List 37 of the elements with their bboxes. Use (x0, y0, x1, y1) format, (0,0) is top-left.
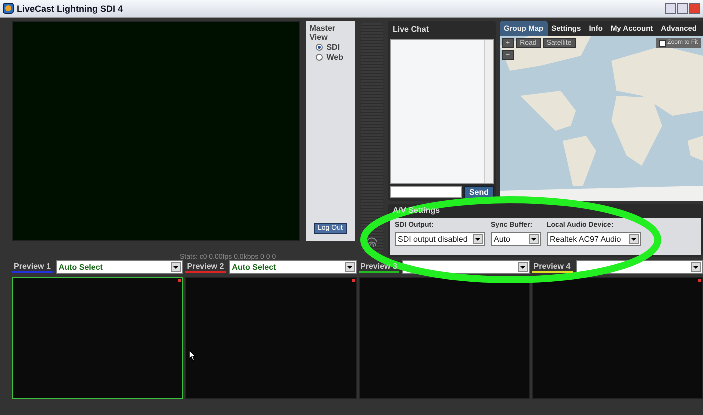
dropdown[interactable]: Realtek AC97 Audio (547, 232, 641, 246)
cursor-icon (189, 350, 196, 361)
minimize-button[interactable] (665, 3, 676, 14)
caret-icon (629, 234, 639, 244)
preview-label[interactable]: Preview 1 (12, 262, 53, 272)
caret-icon (691, 262, 701, 272)
send-button[interactable]: Send (464, 186, 494, 199)
record-indicator (352, 279, 354, 282)
radio-button[interactable] (316, 44, 323, 51)
radio-button[interactable] (316, 54, 323, 61)
radio-label: Web (326, 53, 344, 62)
window-title: LiveCast Lightning SDI 4 (17, 4, 124, 14)
app-icon (3, 3, 14, 14)
dropdown[interactable]: Auto Select (229, 260, 356, 274)
preview-label[interactable]: Preview 3 (358, 262, 400, 272)
caret-icon (518, 262, 528, 272)
dropdown[interactable]: Auto (491, 232, 541, 246)
preview-video[interactable] (358, 277, 530, 399)
caret-icon (171, 262, 182, 272)
preview-label[interactable]: Preview 4 (532, 262, 573, 272)
preview-video[interactable] (12, 277, 184, 399)
dropdown[interactable]: Auto Select (56, 260, 184, 274)
maximize-button[interactable] (677, 3, 688, 14)
chat-input[interactable] (390, 186, 462, 198)
radio-label: SDI (326, 43, 340, 52)
panel-title: Live Chat (392, 24, 430, 36)
panel-title: Master View (310, 24, 337, 42)
caret-icon (473, 234, 483, 244)
preview-label[interactable]: Preview 2 (185, 262, 226, 272)
caret-icon (529, 234, 539, 244)
scrollbar[interactable] (484, 40, 493, 183)
dropdown[interactable]: SDI output disabled (395, 232, 485, 246)
checkbox[interactable] (658, 40, 666, 46)
fingerprint-icon[interactable] (365, 235, 380, 249)
record-indicator (178, 279, 182, 282)
record-indicator (698, 279, 701, 282)
caret-icon (344, 262, 354, 272)
